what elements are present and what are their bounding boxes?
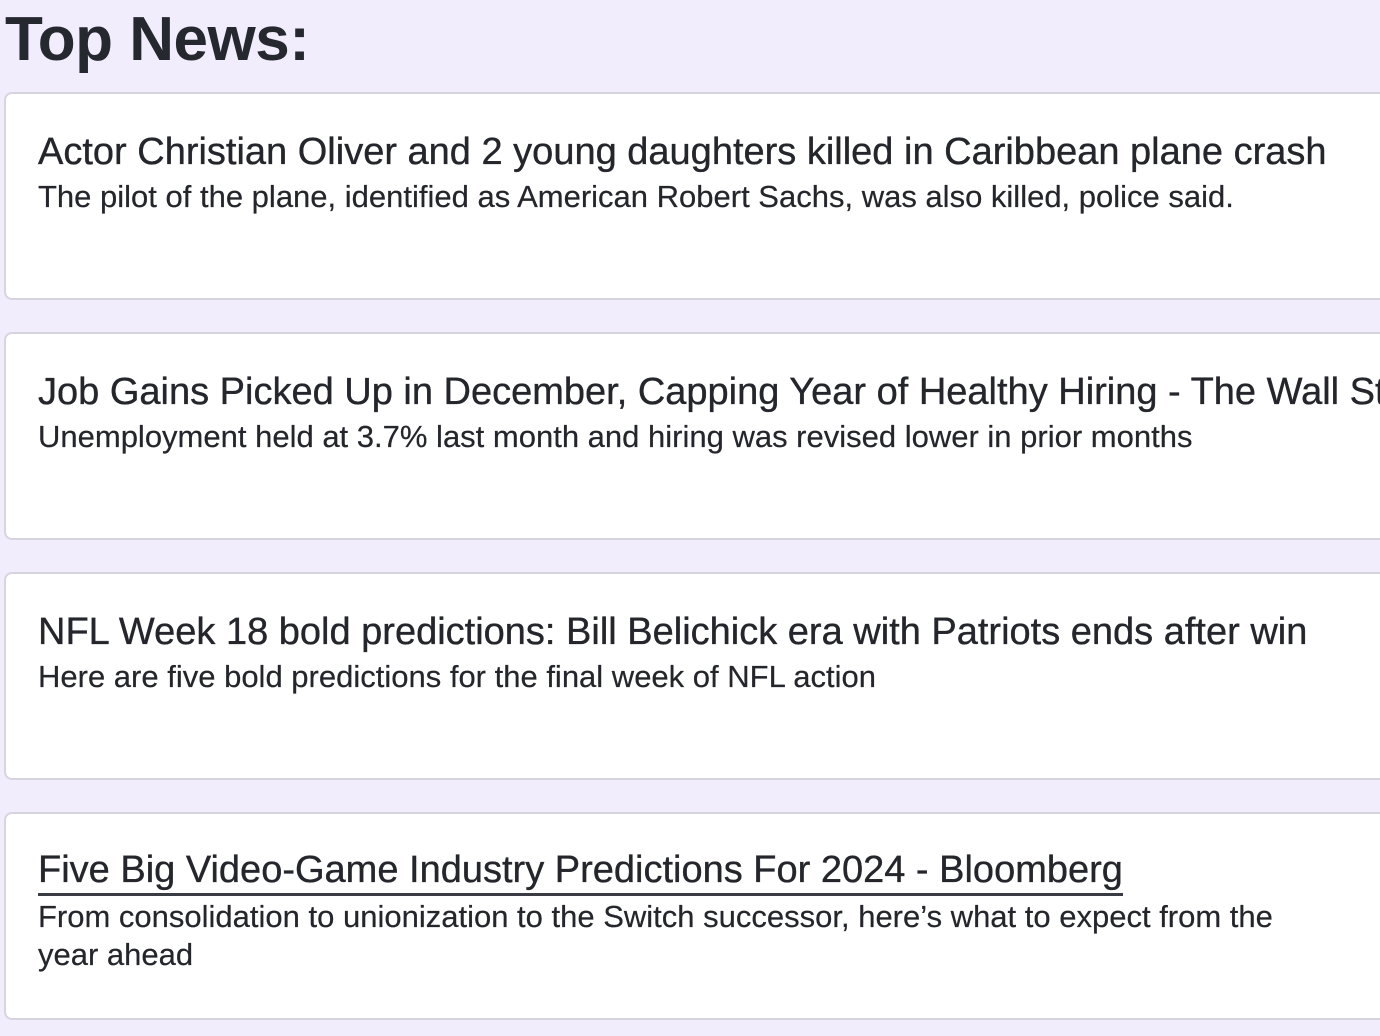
news-summary: Here are five bold predictions for the f…	[38, 659, 876, 694]
news-headline-link[interactable]: NFL Week 18 bold predictions: Bill Belic…	[38, 608, 1380, 656]
news-summary: From consolidation to unionization to th…	[38, 899, 1273, 972]
news-card[interactable]: Actor Christian Oliver and 2 young daugh…	[4, 92, 1380, 300]
news-headline-link[interactable]: Job Gains Picked Up in December, Capping…	[38, 368, 1380, 416]
news-summary: The pilot of the plane, identified as Am…	[38, 179, 1234, 214]
news-list: Actor Christian Oliver and 2 young daugh…	[4, 92, 1380, 1020]
news-card[interactable]: NFL Week 18 bold predictions: Bill Belic…	[4, 572, 1380, 780]
news-summary: Unemployment held at 3.7% last month and…	[38, 419, 1193, 454]
news-headline-link[interactable]: Five Big Video-Game Industry Predictions…	[38, 848, 1123, 896]
news-card[interactable]: Five Big Video-Game Industry Predictions…	[4, 812, 1380, 1020]
news-card[interactable]: Job Gains Picked Up in December, Capping…	[4, 332, 1380, 540]
page-title: Top News:	[5, 5, 310, 74]
news-headline-link[interactable]: Actor Christian Oliver and 2 young daugh…	[38, 128, 1380, 176]
